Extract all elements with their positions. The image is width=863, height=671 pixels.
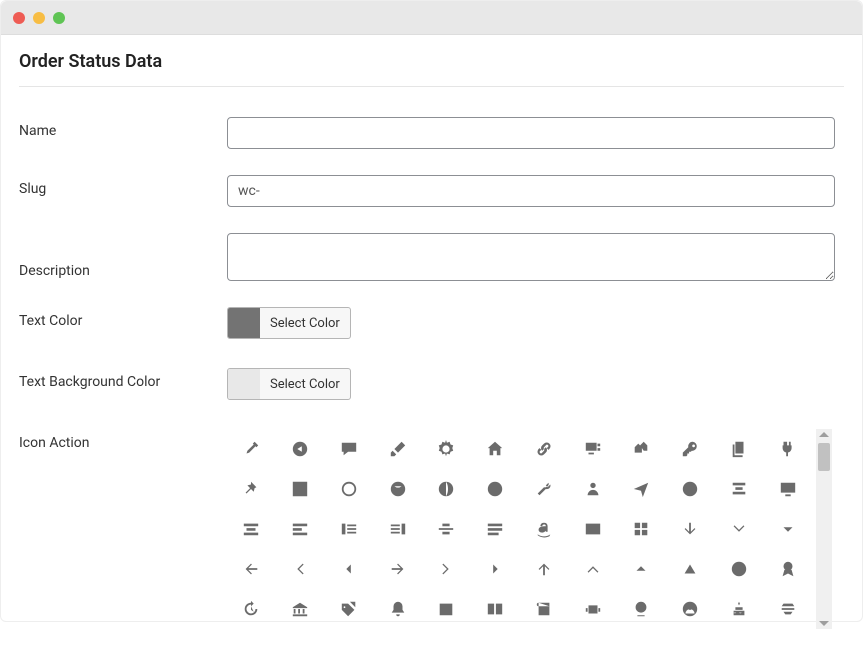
user-circle-icon[interactable] [666,589,715,629]
pin-icon[interactable] [227,469,276,509]
icon-action-label: Icon Action [19,429,227,451]
cake-icon[interactable] [715,589,764,629]
scrollbar-thumb[interactable] [818,443,830,471]
align-box-center-icon[interactable] [227,509,276,549]
chevron-right-icon[interactable] [422,549,471,589]
bg-color-label: Text Background Color [19,368,227,390]
plane-icon[interactable] [617,469,666,509]
bank-icon[interactable] [276,589,325,629]
tags-icon[interactable] [325,589,374,629]
history-icon[interactable] [227,589,276,629]
caret-down-icon[interactable] [763,509,812,549]
text-color-button[interactable]: Select Color [227,307,351,339]
ribbon-icon[interactable] [763,549,812,589]
stack-lines-icon[interactable] [763,589,812,629]
user-icon[interactable] [568,469,617,509]
triangle-up-icon[interactable] [666,549,715,589]
sliders-icon[interactable] [276,469,325,509]
text-color-swatch [228,308,260,338]
globe-stand-icon[interactable] [617,589,666,629]
id-card-icon[interactable] [568,509,617,549]
copy-doc-icon[interactable] [715,429,764,469]
wrench-icon[interactable] [520,469,569,509]
globe-solid-icon[interactable] [373,469,422,509]
align-just-center-icon[interactable] [422,509,471,549]
chevron-left-icon[interactable] [276,549,325,589]
dropper-icon[interactable] [227,429,276,469]
bell-icon[interactable] [373,589,422,629]
icon-grid [227,429,812,629]
globe-simple-icon[interactable] [471,469,520,509]
grid-icon[interactable] [617,509,666,549]
monitor-icon[interactable] [763,469,812,509]
description-input[interactable] [227,233,835,281]
arrow-up-icon[interactable] [520,549,569,589]
book-open-icon[interactable] [471,589,520,629]
gear-icon[interactable] [422,429,471,469]
calendar-icon[interactable] [422,589,471,629]
chevron-up-icon[interactable] [568,549,617,589]
arrow-right-icon[interactable] [373,549,422,589]
arrow-down-icon[interactable] [666,509,715,549]
comment-icon[interactable] [325,429,374,469]
close-traffic-light[interactable] [13,12,25,24]
amazon-icon[interactable] [520,509,569,549]
page-title: Order Status Data [19,51,844,87]
caret-left-icon[interactable] [325,549,374,589]
globe-grid-icon[interactable] [422,469,471,509]
globe-outline-icon[interactable] [325,469,374,509]
pie-icon[interactable] [715,549,764,589]
bg-color-swatch [228,369,260,399]
caret-right-icon[interactable] [471,549,520,589]
align-right-icon[interactable] [373,509,422,549]
home-icon[interactable] [471,429,520,469]
circle-play-left-icon[interactable] [276,429,325,469]
display-audio-icon[interactable] [568,429,617,469]
description-label: Description [19,233,227,279]
contrast-icon[interactable] [666,469,715,509]
maximize-traffic-light[interactable] [53,12,65,24]
chevron-down-icon[interactable] [715,509,764,549]
align-hcenter-icon[interactable] [715,469,764,509]
plug-icon[interactable] [763,429,812,469]
caret-up-icon[interactable] [617,549,666,589]
text-color-button-label: Select Color [260,316,350,331]
bg-color-button[interactable]: Select Color [227,368,351,400]
align-bars-icon[interactable] [471,509,520,549]
link-icon[interactable] [520,429,569,469]
minimize-traffic-light[interactable] [33,12,45,24]
window-titlebar [1,1,862,35]
align-left-icon[interactable] [325,509,374,549]
name-input[interactable] [227,117,835,149]
robot-icon[interactable] [568,589,617,629]
arrow-left-icon[interactable] [227,549,276,589]
multi-home-icon[interactable] [617,429,666,469]
key-icon[interactable] [666,429,715,469]
bg-color-button-label: Select Color [260,377,350,392]
slug-input[interactable] [227,175,835,207]
align-box-left-icon[interactable] [276,509,325,549]
text-color-label: Text Color [19,307,227,329]
name-label: Name [19,117,227,139]
slug-label: Slug [19,175,227,197]
book-solid-icon[interactable] [520,589,569,629]
icon-grid-scrollbar[interactable] [816,429,832,629]
brush-icon[interactable] [373,429,422,469]
